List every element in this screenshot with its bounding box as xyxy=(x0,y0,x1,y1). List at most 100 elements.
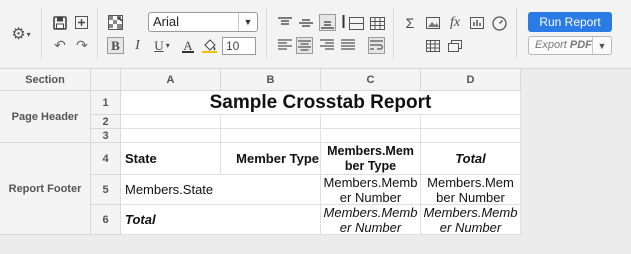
column-header-a[interactable]: A xyxy=(121,69,221,91)
crosstab-table-icon[interactable] xyxy=(425,39,440,52)
column-header-c[interactable]: C xyxy=(321,69,421,91)
fill-color-icon[interactable] xyxy=(201,37,217,54)
text-cursor-icon[interactable] xyxy=(340,14,346,28)
section-report-footer-label: Report Footer xyxy=(8,182,82,195)
cell-a5[interactable]: Members.State xyxy=(121,175,321,205)
format-pattern-icon[interactable] xyxy=(107,14,123,30)
cell-a3[interactable] xyxy=(121,129,221,143)
redo-icon[interactable]: ↷ xyxy=(74,38,90,52)
align-bottom-icon[interactable] xyxy=(319,14,336,31)
subreport-icon[interactable] xyxy=(447,39,462,52)
align-middle-icon[interactable] xyxy=(298,16,313,30)
save-icon[interactable] xyxy=(52,15,68,31)
italic-button[interactable]: I xyxy=(130,37,145,54)
wrap-text-icon[interactable] xyxy=(368,37,385,54)
toolbar: ⚙ ▾ ↶ ↷ Arial ▼ B I U ▾ A 10 Σ fx Run Re… xyxy=(0,0,631,69)
cell-c6-line2: er Number xyxy=(339,219,402,235)
column-header-d[interactable]: D xyxy=(421,69,521,91)
underline-button[interactable]: U ▾ xyxy=(149,37,175,54)
cell-a6[interactable]: Total xyxy=(121,205,321,235)
chevron-down-icon[interactable]: ▼ xyxy=(592,37,611,54)
font-family-select[interactable]: Arial ▼ xyxy=(148,12,258,32)
export-label-group: Export PDF xyxy=(535,39,592,51)
table-grid-icon[interactable] xyxy=(369,16,385,30)
section-page-header-label: Page Header xyxy=(11,110,79,123)
run-report-label: Run Report xyxy=(539,15,601,29)
row-number-5[interactable]: 5 xyxy=(91,175,121,205)
chevron-down-icon[interactable]: ▼ xyxy=(238,13,257,31)
row-number-1[interactable]: 1 xyxy=(91,91,121,115)
cell-b4-text: Member Type xyxy=(236,151,319,166)
cell-d3[interactable] xyxy=(421,129,521,143)
sum-icon[interactable]: Σ xyxy=(403,15,417,31)
cell-d4-text: Total xyxy=(455,151,486,166)
cell-d5-line1: Members.Mem xyxy=(427,175,514,190)
sum-label: Σ xyxy=(405,15,415,31)
row-2-label: 2 xyxy=(102,115,109,128)
cell-c5-line2: er Number xyxy=(339,189,402,205)
column-d-label: D xyxy=(466,73,475,86)
export-format: PDF xyxy=(569,39,592,51)
cell-d2[interactable] xyxy=(421,115,521,129)
row-number-3[interactable]: 3 xyxy=(91,129,121,143)
cell-d5-line2: ber Number xyxy=(436,189,505,205)
report-title: Sample Crosstab Report xyxy=(209,91,432,113)
cell-d6-line1: Members.Memb xyxy=(423,205,518,220)
row-number-6[interactable]: 6 xyxy=(91,205,121,235)
column-b-label: B xyxy=(266,73,275,86)
align-center-icon[interactable] xyxy=(296,37,313,54)
row-number-2[interactable]: 2 xyxy=(91,115,121,129)
chart-icon[interactable] xyxy=(469,16,484,30)
cell-b4[interactable]: Member Type xyxy=(221,143,321,175)
report-title-cell[interactable]: Sample Crosstab Report xyxy=(121,91,521,115)
section-report-footer[interactable]: Report Footer xyxy=(0,143,91,235)
cell-c2[interactable] xyxy=(321,115,421,129)
formula-icon[interactable]: fx xyxy=(447,15,463,31)
bold-label: B xyxy=(111,38,120,53)
row-3-label: 3 xyxy=(102,129,109,142)
image-icon[interactable] xyxy=(425,16,440,30)
font-family-value: Arial xyxy=(153,14,180,29)
cell-b2[interactable] xyxy=(221,115,321,129)
column-header-b[interactable]: B xyxy=(221,69,321,91)
underline-label: U xyxy=(154,38,164,53)
cell-c4-line1: Members.Mem xyxy=(327,143,414,158)
font-size-input[interactable]: 10 xyxy=(222,37,256,55)
italic-label: I xyxy=(135,37,140,53)
cell-c4[interactable]: Members.Mem ber Type xyxy=(321,143,421,175)
cell-a2[interactable] xyxy=(121,115,221,129)
cell-a6-text: Total xyxy=(125,212,156,227)
undo-icon[interactable]: ↶ xyxy=(52,38,68,52)
align-right-icon[interactable] xyxy=(319,38,334,52)
export-button[interactable]: Export PDF ▼ xyxy=(528,36,612,55)
cell-d6-line2: er Number xyxy=(439,219,502,235)
cell-c4-line2: ber Type xyxy=(344,158,397,173)
align-left-icon[interactable] xyxy=(277,38,292,52)
formula-label: fx xyxy=(449,15,461,30)
column-c-label: C xyxy=(366,73,375,86)
section-column-header: Section xyxy=(0,69,91,91)
section-page-header[interactable]: Page Header xyxy=(0,91,91,143)
section-header-label: Section xyxy=(25,73,65,86)
cell-d5[interactable]: Members.Mem ber Number xyxy=(421,175,521,205)
justify-icon[interactable] xyxy=(340,38,355,52)
cell-b3[interactable] xyxy=(221,129,321,143)
cell-d6[interactable]: Members.Memb er Number xyxy=(421,205,521,235)
settings-gear-icon[interactable]: ⚙ ▾ xyxy=(6,25,36,45)
row-number-4[interactable]: 4 xyxy=(91,143,121,175)
cell-c6[interactable]: Members.Memb er Number xyxy=(321,205,421,235)
gauge-icon[interactable] xyxy=(491,15,507,31)
cell-c5[interactable]: Members.Memb er Number xyxy=(321,175,421,205)
bold-button[interactable]: B xyxy=(107,37,124,54)
run-report-button[interactable]: Run Report xyxy=(528,12,612,32)
text-color-icon[interactable]: A xyxy=(181,37,195,54)
row-4-label: 4 xyxy=(102,152,109,165)
cell-d4[interactable]: Total xyxy=(421,143,521,175)
cell-a4[interactable]: State xyxy=(121,143,221,175)
add-icon[interactable] xyxy=(74,15,88,29)
cell-a5-text: Members.State xyxy=(125,182,214,197)
border-icon[interactable] xyxy=(348,16,364,30)
cell-c3[interactable] xyxy=(321,129,421,143)
align-top-icon[interactable] xyxy=(277,16,292,30)
row-5-label: 5 xyxy=(102,183,109,196)
